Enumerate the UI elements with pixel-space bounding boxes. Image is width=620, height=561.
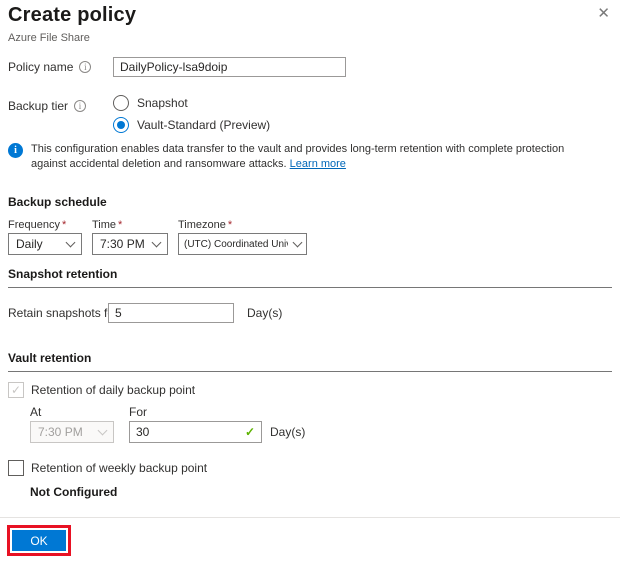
- daily-backup-label: Retention of daily backup point: [31, 383, 196, 397]
- valid-check-icon: ✓: [244, 425, 255, 439]
- weekly-status-text: Not Configured: [30, 485, 118, 499]
- snapshot-unit-label: Day(s): [247, 306, 283, 320]
- weekly-backup-checkbox-row: ✓ Retention of weekly backup point: [8, 460, 207, 476]
- info-icon[interactable]: i: [74, 100, 87, 112]
- required-asterisk: *: [118, 219, 123, 231]
- ok-button[interactable]: OK: [12, 530, 66, 551]
- policy-name-value: DailyPolicy-lsa9doip: [120, 60, 228, 74]
- info-banner-icon: i: [8, 143, 23, 158]
- timezone-value: (UTC) Coordinated Universal Time: [184, 238, 288, 250]
- retain-snapshots-label: Retain snapshots for: [8, 306, 119, 320]
- at-time-dropdown-disabled: 7:30 PM: [30, 421, 114, 443]
- radio-vault-standard-label: Vault-Standard (Preview): [137, 118, 271, 132]
- retain-snapshots-input[interactable]: 5: [108, 303, 234, 323]
- section-divider: [8, 287, 612, 288]
- info-icon[interactable]: i: [79, 61, 92, 73]
- frequency-dropdown[interactable]: Daily: [8, 233, 82, 255]
- snapshot-retention-heading: Snapshot retention: [8, 267, 118, 281]
- checkbox-checked-icon[interactable]: ✓: [8, 382, 24, 398]
- for-days-value: 30: [136, 425, 150, 439]
- annotation-highlight-box: OK: [7, 525, 71, 556]
- chevron-down-icon: [292, 237, 303, 248]
- weekly-backup-label: Retention of weekly backup point: [31, 461, 208, 475]
- chevron-down-icon: [65, 237, 76, 248]
- checkbox-unchecked-icon[interactable]: ✓: [8, 460, 24, 476]
- chevron-down-icon: [97, 425, 108, 436]
- close-icon[interactable]: ✕: [597, 6, 610, 22]
- time-label: Time *: [92, 219, 123, 231]
- time-value: 7:30 PM: [100, 237, 145, 251]
- backup-tier-label: Backup tier: [8, 99, 69, 113]
- for-label: For: [129, 405, 147, 419]
- retain-snapshots-value: 5: [115, 306, 122, 320]
- page-subtitle: Azure File Share: [8, 32, 90, 44]
- footer-divider: [0, 517, 620, 518]
- create-policy-dialog: Create policy Azure File Share ✕ Policy …: [0, 0, 620, 561]
- radio-snapshot-label: Snapshot: [137, 96, 188, 110]
- backup-tier-options: Snapshot Vault-Standard (Preview): [113, 92, 270, 136]
- required-asterisk: *: [61, 219, 67, 231]
- page-title: Create policy: [8, 4, 137, 26]
- at-time-value: 7:30 PM: [38, 425, 83, 439]
- radio-vault-standard[interactable]: Vault-Standard (Preview): [113, 114, 270, 136]
- required-asterisk: *: [227, 219, 233, 231]
- chevron-down-icon: [151, 237, 162, 248]
- at-label: At: [30, 405, 42, 419]
- timezone-dropdown[interactable]: (UTC) Coordinated Universal Time: [178, 233, 307, 255]
- radio-snapshot[interactable]: Snapshot: [113, 92, 270, 114]
- info-banner: i This configuration enables data transf…: [8, 142, 583, 172]
- section-divider: [8, 371, 612, 372]
- policy-name-label: Policy name: [8, 60, 74, 74]
- daily-unit-label: Day(s): [270, 425, 306, 439]
- radio-icon: [113, 95, 129, 111]
- policy-name-label-row: Policy name i: [8, 60, 92, 74]
- for-days-input[interactable]: 30 ✓: [129, 421, 262, 443]
- policy-name-input[interactable]: DailyPolicy-lsa9doip: [113, 57, 346, 77]
- time-dropdown[interactable]: 7:30 PM: [92, 233, 168, 255]
- vault-retention-heading: Vault retention: [8, 351, 92, 365]
- timezone-label: Timezone *: [178, 219, 233, 231]
- info-banner-text: This configuration enables data transfer…: [31, 142, 576, 172]
- backup-schedule-heading: Backup schedule: [8, 195, 107, 209]
- daily-backup-checkbox-row: ✓ Retention of daily backup point: [8, 382, 195, 398]
- backup-tier-label-row: Backup tier i: [8, 99, 87, 113]
- frequency-label: Frequency *: [8, 219, 67, 231]
- frequency-value: Daily: [16, 237, 43, 251]
- learn-more-link[interactable]: Learn more: [290, 158, 346, 170]
- radio-icon: [113, 117, 129, 133]
